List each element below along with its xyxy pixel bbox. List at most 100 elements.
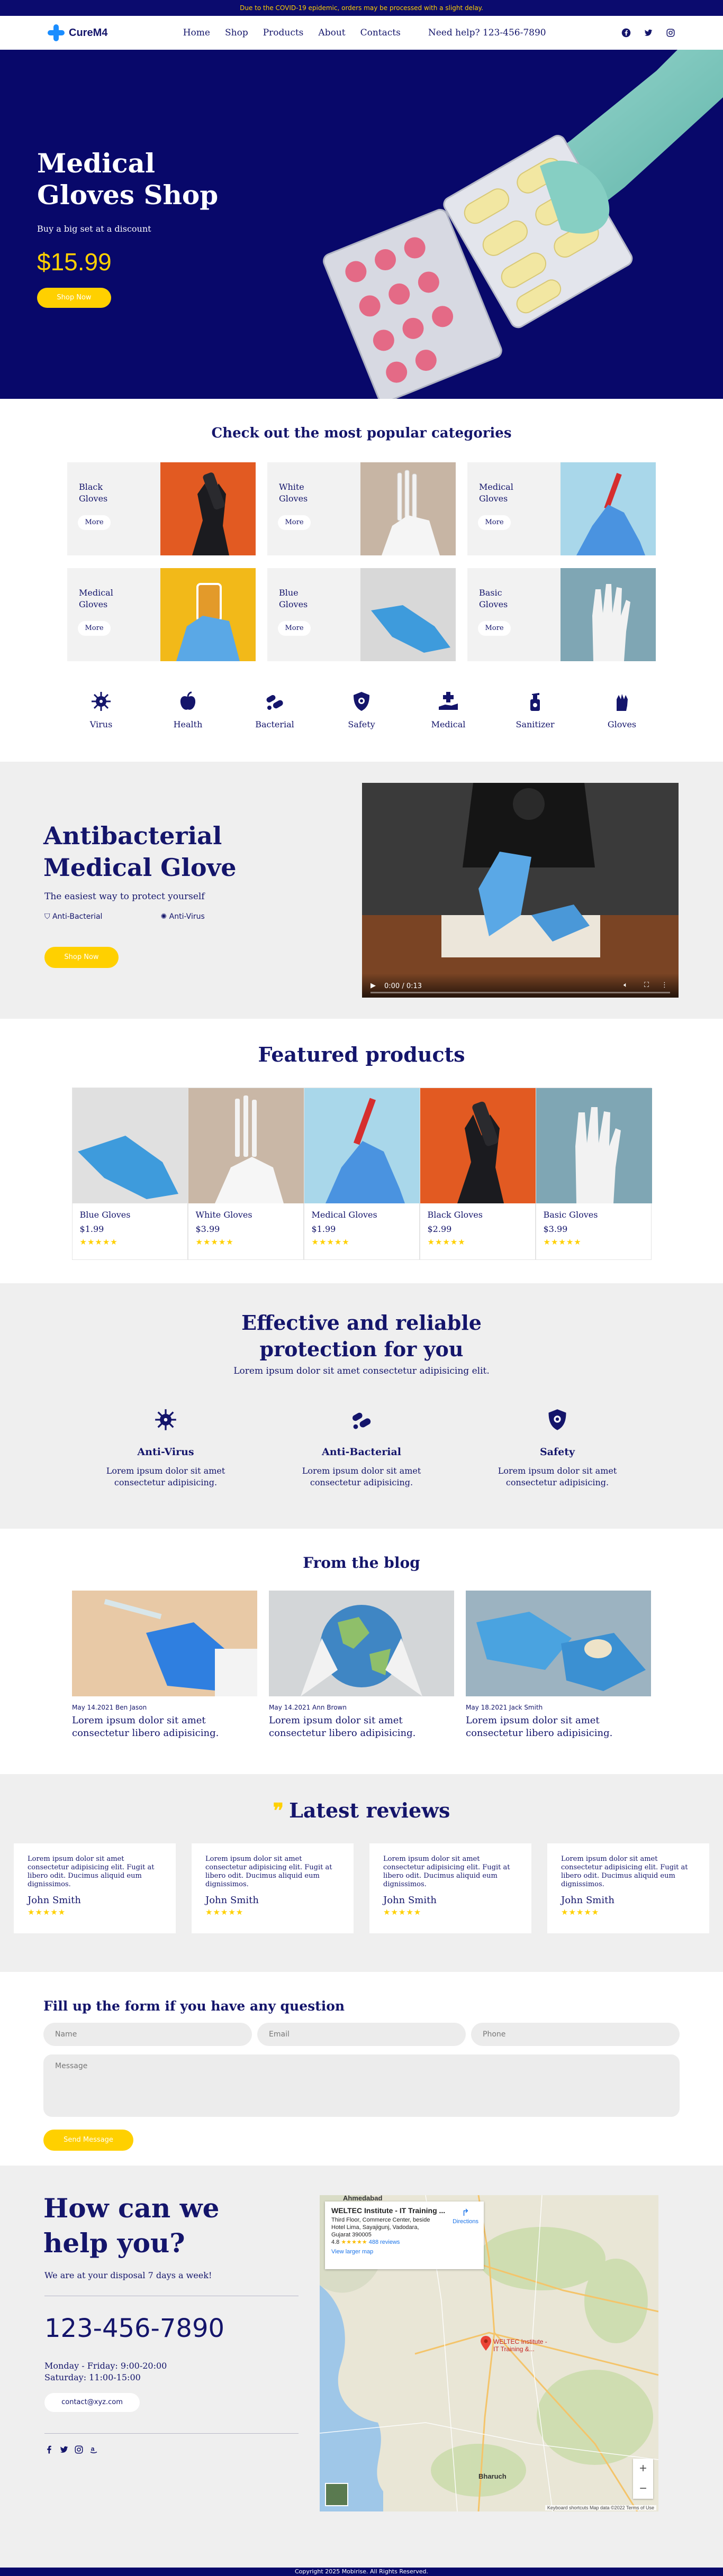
- volume-icon[interactable]: 🔈︎: [623, 981, 628, 989]
- availability-text: We are at your disposal 7 days a week!: [44, 2270, 212, 2280]
- feature-anti-virus: ✺ Anti-Virus: [160, 912, 205, 921]
- category-card-medical-gloves-2[interactable]: Medical Gloves More: [67, 568, 256, 661]
- instagram-icon[interactable]: [666, 28, 675, 38]
- category-sanitizer[interactable]: Sanitizer: [492, 691, 579, 729]
- map-pin-label: WELTEC Institute - IT Training &...: [493, 2338, 547, 2353]
- amazon-icon[interactable]: a: [89, 2445, 98, 2458]
- category-card-blue-gloves[interactable]: Blue Gloves More: [267, 568, 456, 661]
- product-name: Black Gloves: [427, 1210, 483, 1220]
- blog-post[interactable]: May 14.2021 Ann Brown Lorem ipsum dolor …: [269, 1591, 454, 1740]
- category-medical[interactable]: Medical: [405, 691, 492, 729]
- category-bacterial[interactable]: Bacterial: [231, 691, 318, 729]
- contact-phone[interactable]: 123-456-7890: [44, 2314, 224, 2343]
- sanitizer-icon: [530, 693, 540, 711]
- nav-home[interactable]: Home: [183, 28, 210, 38]
- product-card-white-gloves[interactable]: White Gloves $3.99 ★★★★★: [187, 1088, 304, 1260]
- facebook-icon[interactable]: [621, 28, 631, 38]
- category-more-button[interactable]: More: [478, 515, 511, 530]
- post-meta: May 14.2021 Ann Brown: [269, 1704, 347, 1711]
- nav-contacts[interactable]: Contacts: [360, 28, 401, 38]
- category-more-button[interactable]: More: [78, 515, 111, 530]
- category-icon-label: Gloves: [607, 719, 637, 729]
- product-name: Blue Gloves: [79, 1210, 131, 1220]
- nav-shop[interactable]: Shop: [225, 28, 248, 38]
- zoom-in-button[interactable]: +: [633, 2459, 653, 2479]
- hero-shop-now-button[interactable]: Shop Now: [37, 288, 111, 308]
- star-rating: ★★★★★: [561, 1907, 600, 1917]
- category-safety[interactable]: Safety: [318, 691, 405, 729]
- instagram-icon[interactable]: [74, 2445, 84, 2458]
- quote-icon: ❞: [273, 1798, 284, 1822]
- map-pin-icon[interactable]: [481, 2336, 491, 2351]
- star-rating: ★★★★★: [205, 1907, 244, 1917]
- contact-section: How can we help you? We are at your dispo…: [0, 2166, 723, 2568]
- map-layer-thumbnail[interactable]: [325, 2483, 348, 2506]
- category-more-button[interactable]: More: [278, 621, 311, 636]
- product-card-blue-gloves[interactable]: Blue Gloves $1.99 ★★★★★: [71, 1088, 188, 1260]
- category-label: Blue Gloves: [279, 588, 308, 609]
- blog-post[interactable]: May 14.2021 Ben Jason Lorem ipsum dolor …: [72, 1591, 257, 1740]
- hero-text-block: Medical Gloves Shop Buy a big set at a di…: [37, 148, 218, 308]
- send-message-button[interactable]: Send Message: [43, 2130, 133, 2151]
- post-excerpt[interactable]: Lorem ipsum dolor sit amet consectetur l…: [269, 1714, 454, 1740]
- review-text: Lorem ipsum dolor sit amet consectetur a…: [561, 1855, 688, 1888]
- category-card-medical-gloves[interactable]: Medical Gloves More: [467, 462, 656, 555]
- view-larger-map-link[interactable]: View larger map: [331, 2248, 477, 2255]
- phone-input[interactable]: Phone: [471, 2023, 680, 2046]
- category-label: Medical Gloves: [79, 588, 113, 609]
- video-progress-track[interactable]: [370, 992, 670, 993]
- nav-about[interactable]: About: [318, 28, 345, 38]
- name-input[interactable]: Name: [43, 2023, 252, 2046]
- glove-video-player[interactable]: ▶ 0:00 / 0:13 🔈︎ ⛶ ⋮: [362, 783, 679, 998]
- category-icons-row: Virus Health Bacterial Safety Medical Sa…: [0, 691, 723, 729]
- zoom-out-button[interactable]: −: [633, 2479, 653, 2499]
- blog-section: From the blog May 14.2021 Ben Jason Lore…: [0, 1529, 723, 1774]
- product-card-medical-gloves[interactable]: Medical Gloves $1.99 ★★★★★: [303, 1088, 420, 1260]
- medical-cross-icon: [48, 24, 65, 41]
- contact-email-button[interactable]: contact@xyz.com: [44, 2393, 140, 2412]
- antibacterial-shop-now-button[interactable]: Shop Now: [44, 947, 119, 968]
- shield-virus-icon: [548, 1409, 566, 1430]
- email-input[interactable]: Email: [257, 2023, 466, 2046]
- more-options-icon[interactable]: ⋮: [661, 981, 668, 989]
- map-reviews-link[interactable]: 488 reviews: [369, 2239, 400, 2245]
- location-map[interactable]: Ahmedabad Bharuch WELTEC Institute - IT …: [320, 2195, 658, 2511]
- category-gloves[interactable]: Gloves: [579, 691, 665, 729]
- antibacterial-title: Antibacterial Medical Glove: [43, 821, 237, 882]
- categories-grid: Black Gloves More White Gloves More Medica…: [0, 462, 723, 661]
- category-more-button[interactable]: More: [478, 621, 511, 636]
- brand-logo[interactable]: CureM4: [48, 24, 107, 41]
- post-excerpt[interactable]: Lorem ipsum dolor sit amet consectetur l…: [466, 1714, 651, 1740]
- map-attribution: Keyboard shortcuts Map data ©2022 Terms …: [545, 2505, 656, 2510]
- reviews-title: ❞ Latest reviews: [273, 1798, 450, 1822]
- category-card-black-gloves[interactable]: Black Gloves More: [67, 462, 256, 555]
- product-card-basic-gloves[interactable]: Basic Gloves $3.99 ★★★★★: [535, 1088, 652, 1260]
- feature-anti-bacterial: Anti-Bacterial Lorem ipsum dolor sit ame…: [295, 1408, 428, 1488]
- fullscreen-icon[interactable]: ⛶: [644, 981, 649, 989]
- twitter-icon[interactable]: [59, 2445, 69, 2458]
- message-textarea[interactable]: Message: [43, 2054, 680, 2117]
- medical-gloves-product-image: [304, 1088, 420, 1203]
- map-directions-button[interactable]: ↱ Directions: [453, 2208, 478, 2225]
- category-card-basic-gloves[interactable]: Basic Gloves More: [467, 568, 656, 661]
- post-excerpt[interactable]: Lorem ipsum dolor sit amet consectetur l…: [72, 1714, 257, 1740]
- category-more-button[interactable]: More: [278, 515, 311, 530]
- star-rating: ★★★★★: [79, 1237, 118, 1247]
- category-card-white-gloves[interactable]: White Gloves More: [267, 462, 456, 555]
- play-icon[interactable]: ▶: [370, 982, 376, 990]
- facebook-icon[interactable]: [44, 2445, 54, 2458]
- feature-text: Lorem ipsum dolor sit amet consectetur a…: [302, 1466, 421, 1487]
- nav-products[interactable]: Products: [263, 28, 304, 38]
- twitter-icon[interactable]: [644, 28, 653, 38]
- category-more-button[interactable]: More: [78, 621, 111, 636]
- category-health[interactable]: Health: [144, 691, 231, 729]
- product-card-black-gloves[interactable]: Black Gloves $2.99 ★★★★★: [419, 1088, 536, 1260]
- category-icon-label: Sanitizer: [516, 719, 555, 729]
- star-rating: ★★★★★: [341, 2239, 367, 2245]
- category-label: White Gloves: [279, 482, 308, 504]
- category-virus[interactable]: Virus: [58, 691, 144, 729]
- blog-post[interactable]: May 18.2021 Jack Smith Lorem ipsum dolor…: [466, 1591, 651, 1740]
- star-rating: ★★★★★: [311, 1237, 350, 1247]
- white-basic-glove-image: [561, 568, 656, 661]
- nav-phone[interactable]: Need help? 123-456-7890: [428, 28, 546, 38]
